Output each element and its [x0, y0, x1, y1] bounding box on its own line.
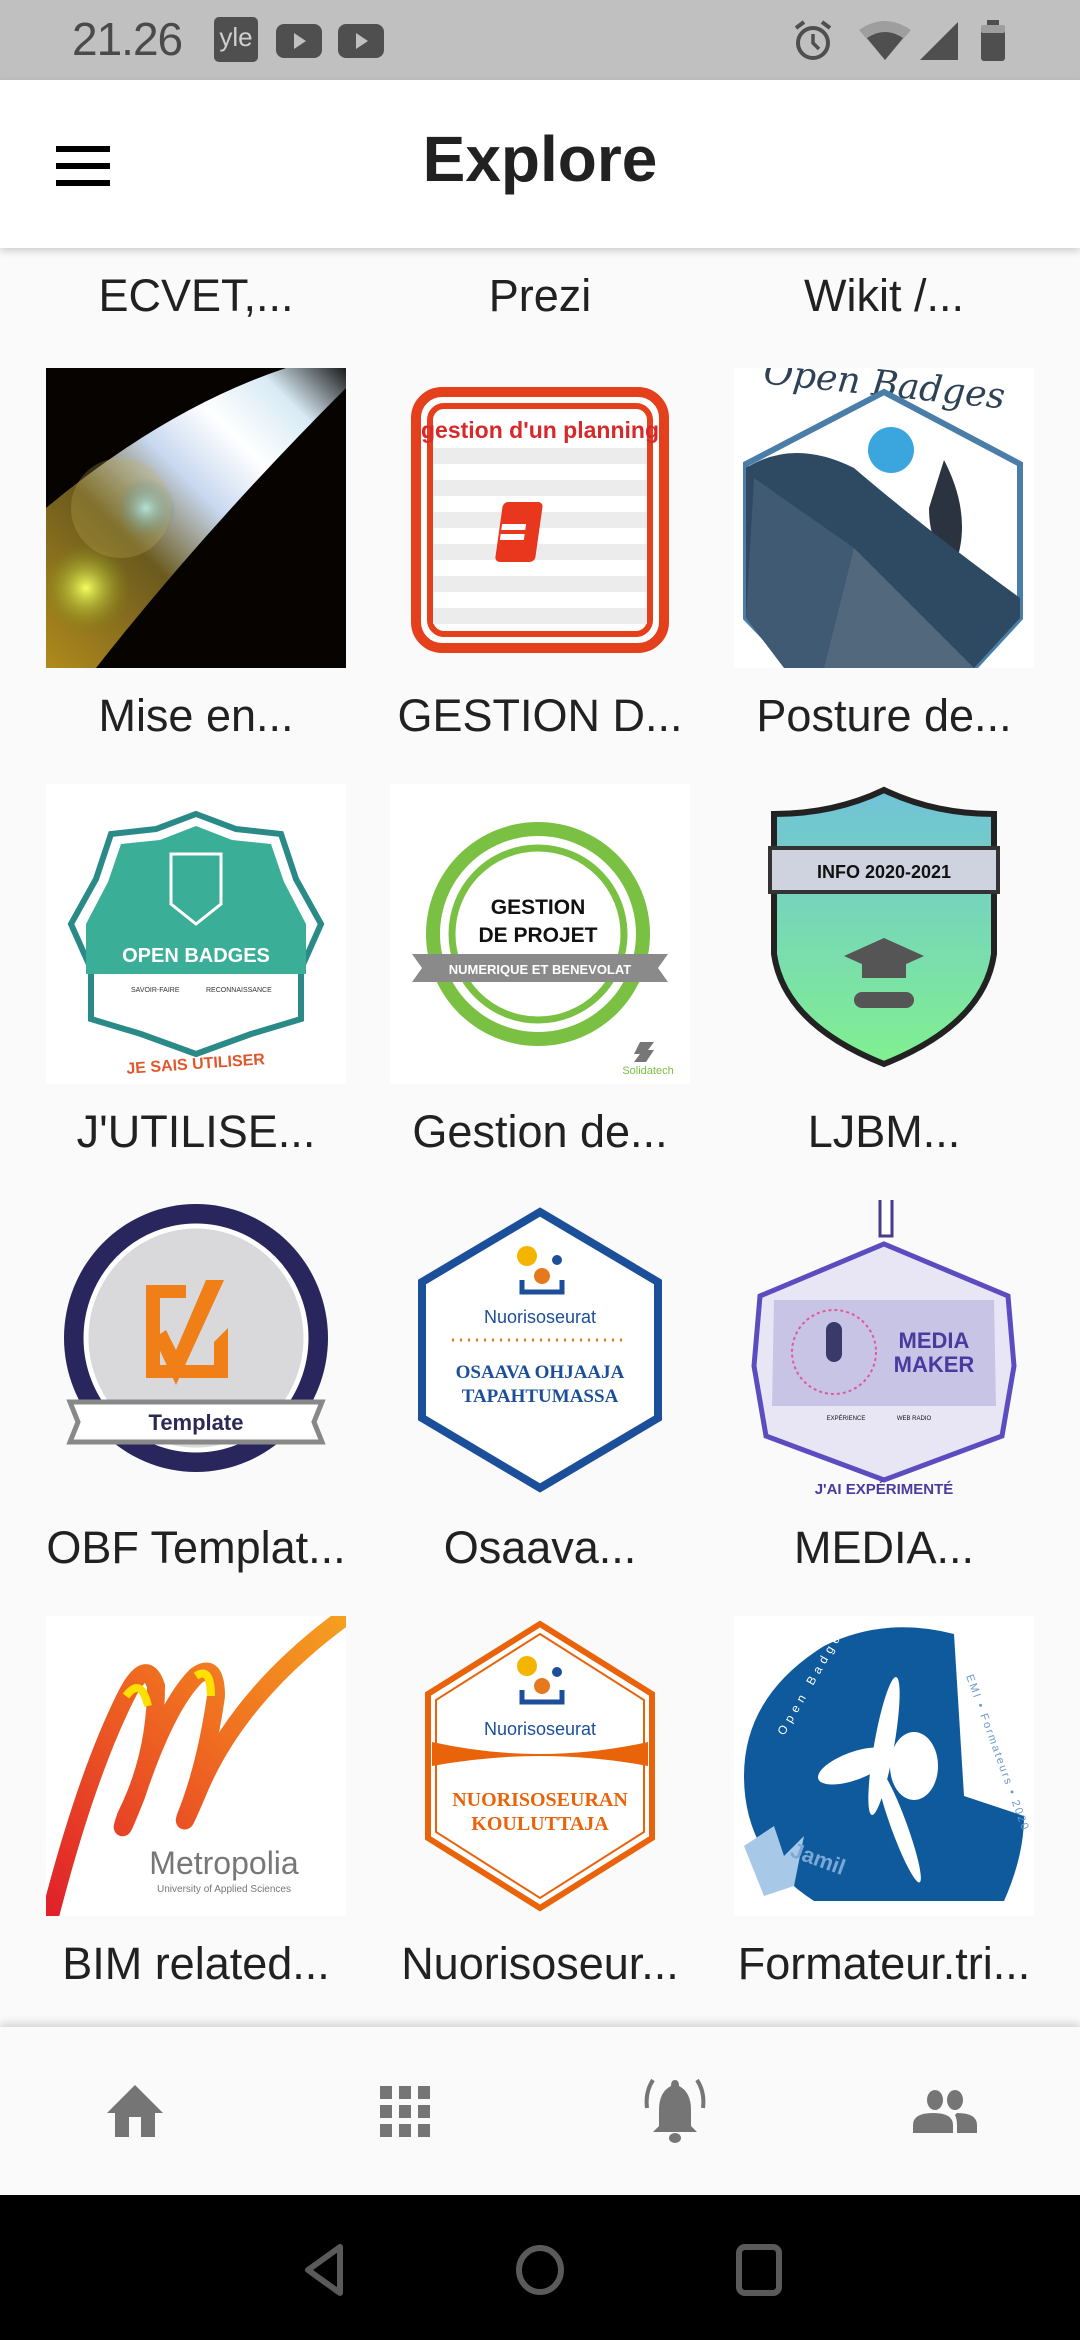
- recents-icon[interactable]: [725, 2235, 795, 2305]
- badge-tile[interactable]: INFO 2020-2021 LJBM...: [734, 784, 1078, 1201]
- badge-tile[interactable]: Nuorisoseurat OSAAVA OHJAAJA TAPAHTUMASS…: [390, 1200, 734, 1617]
- badge-tile[interactable]: Metropolia University of Applied Science…: [46, 1616, 390, 2027]
- nav-home[interactable]: [0, 2027, 270, 2195]
- svg-text:J'AI EXPÉRIMENTÉ: J'AI EXPÉRIMENTÉ: [815, 1481, 954, 1498]
- badge-label: OBF Templat...: [46, 1522, 346, 1573]
- svg-text:Solidatech: Solidatech: [622, 1065, 673, 1077]
- svg-text:WEB RADIO: WEB RADIO: [897, 1416, 932, 1422]
- badge-tile[interactable]: Open Badge EMI • Formateurs • 2020 Jamil…: [734, 1616, 1078, 2027]
- page-title: Explore: [422, 123, 658, 195]
- svg-text:Nuorisoseurat: Nuorisoseurat: [484, 1307, 596, 1327]
- wifi-icon: [859, 21, 911, 60]
- cellular-signal-icon: [920, 22, 958, 60]
- svg-text:University of Applied Sciences: University of Applied Sciences: [157, 1884, 291, 1895]
- badge-label: Mise en...: [98, 690, 294, 741]
- badge-image-emi-formateurs: Open Badge EMI • Formateurs • 2020 Jamil: [734, 1616, 1034, 1916]
- badge-image-metropolia: Metropolia University of Applied Science…: [46, 1616, 346, 1916]
- back-icon[interactable]: [290, 2235, 360, 2305]
- svg-text:Nuorisoseurat: Nuorisoseurat: [484, 1719, 596, 1739]
- svg-text:INFO 2020-2021: INFO 2020-2021: [817, 862, 951, 882]
- nav-apps[interactable]: [270, 2027, 540, 2195]
- svg-text:KOULUTTAJA: KOULUTTAJA: [471, 1813, 609, 1835]
- badge-tile[interactable]: OPEN BADGES SAVOIR-FAIRE RECONNAISSANCE …: [46, 784, 390, 1201]
- badge-label[interactable]: Wikit /...: [712, 270, 1056, 322]
- home-icon: [107, 2085, 163, 2137]
- svg-text:gestion d'un planning: gestion d'un planning: [421, 417, 659, 443]
- alarm-icon: [794, 20, 832, 60]
- badge-label[interactable]: Prezi: [368, 270, 712, 322]
- grid-icon: [380, 2086, 430, 2137]
- badge-tile[interactable]: Nuorisoseurat NUORISOSEURAN KOULUTTAJA N…: [390, 1616, 734, 2027]
- system-navigation-bar: [0, 2195, 1080, 2340]
- badge-tile[interactable]: gestion d'un planning GESTION D...: [390, 368, 734, 785]
- badge-image-je-sais-utiliser: OPEN BADGES SAVOIR-FAIRE RECONNAISSANCE …: [46, 784, 346, 1084]
- badge-label[interactable]: ECVET,...: [24, 270, 368, 322]
- partial-row: ECVET,... Prezi Wikit /...: [0, 248, 1080, 348]
- svg-text:NUORISOSEURAN: NUORISOSEURAN: [452, 1789, 628, 1811]
- nav-people[interactable]: [810, 2027, 1080, 2195]
- home-circle-icon[interactable]: [505, 2235, 575, 2305]
- svg-text:MEDIA: MEDIA: [899, 1328, 970, 1353]
- badge-image-gestion-planning: gestion d'un planning: [390, 368, 690, 668]
- badge-label: Posture de...: [756, 690, 1012, 741]
- svg-text:SAVOIR-FAIRE: SAVOIR-FAIRE: [131, 987, 180, 994]
- badge-label: Formateur.tri...: [737, 1938, 1031, 1989]
- badge-tile[interactable]: Open Badges Posture de...: [734, 368, 1078, 785]
- badge-tile[interactable]: Mise en...: [46, 368, 390, 785]
- badge-label: GESTION D...: [397, 690, 683, 741]
- battery-icon: [981, 20, 1005, 61]
- badge-image-gestion-de-projet: GESTION DE PROJET NUMERIQUE ET BENEVOLAT…: [390, 784, 690, 1084]
- badge-tile[interactable]: MEDIA MAKER EXPÉRIENCE WEB RADIO J'AI EX…: [734, 1200, 1078, 1617]
- badge-image-obf-template: Template: [46, 1200, 346, 1500]
- people-icon: [913, 2090, 977, 2133]
- badge-image-info-shield: INFO 2020-2021: [734, 784, 1034, 1084]
- badge-image-lens-flare: [46, 368, 346, 668]
- badge-tile[interactable]: Template OBF Templat...: [46, 1200, 390, 1617]
- svg-text:OSAAVA OHJAAJA: OSAAVA OHJAAJA: [456, 1362, 625, 1383]
- youtube-icon: [276, 24, 322, 58]
- youtube-icon: [338, 24, 384, 58]
- yle-icon: yle: [214, 17, 258, 62]
- badge-label: MEDIA...: [793, 1522, 975, 1573]
- nav-notifications[interactable]: [540, 2027, 810, 2195]
- bottom-navigation: [0, 2027, 1080, 2195]
- badge-image-media-maker: MEDIA MAKER EXPÉRIENCE WEB RADIO J'AI EX…: [734, 1200, 1034, 1500]
- svg-text:DE PROJET: DE PROJET: [478, 924, 597, 947]
- app-bar: Explore: [0, 80, 1080, 248]
- svg-text:TAPAHTUMASSA: TAPAHTUMASSA: [462, 1386, 619, 1407]
- badge-image-osaava-ohjaaja: Nuorisoseurat OSAAVA OHJAAJA TAPAHTUMASS…: [390, 1200, 690, 1500]
- badge-label: LJBM...: [807, 1106, 961, 1157]
- status-bar: 21.26 yle: [0, 0, 1080, 80]
- badge-label: Nuorisoseur...: [401, 1938, 679, 1989]
- badge-label: BIM related...: [62, 1938, 330, 1989]
- svg-text:JE SAIS UTILISER: JE SAIS UTILISER: [126, 1051, 266, 1078]
- svg-text:GESTION: GESTION: [491, 896, 586, 919]
- badge-image-open-badges-hexagon: Open Badges: [734, 368, 1034, 668]
- badge-image-nuorisoseuran-kouluttaja: Nuorisoseurat NUORISOSEURAN KOULUTTAJA: [390, 1616, 690, 1916]
- bell-ringing-icon: [644, 2078, 706, 2143]
- badge-label: J'UTILISE...: [76, 1106, 316, 1157]
- badge-label: Gestion de...: [412, 1106, 668, 1157]
- svg-text:Metropolia: Metropolia: [149, 1845, 299, 1881]
- svg-text:NUMERIQUE ET BENEVOLAT: NUMERIQUE ET BENEVOLAT: [449, 962, 632, 977]
- badge-grid[interactable]: ECVET,... Prezi Wikit /... Mise en... ge…: [0, 248, 1080, 2027]
- svg-text:MAKER: MAKER: [894, 1352, 975, 1377]
- status-time: 21.26: [72, 13, 183, 65]
- badge-tile[interactable]: GESTION DE PROJET NUMERIQUE ET BENEVOLAT…: [390, 784, 734, 1201]
- svg-text:OPEN BADGES: OPEN BADGES: [122, 945, 270, 967]
- svg-text:Template: Template: [149, 1410, 244, 1435]
- badge-label: Osaava...: [443, 1522, 637, 1573]
- svg-text:EXPÉRIENCE: EXPÉRIENCE: [827, 1415, 866, 1422]
- svg-text:RECONNAISSANCE: RECONNAISSANCE: [206, 987, 272, 994]
